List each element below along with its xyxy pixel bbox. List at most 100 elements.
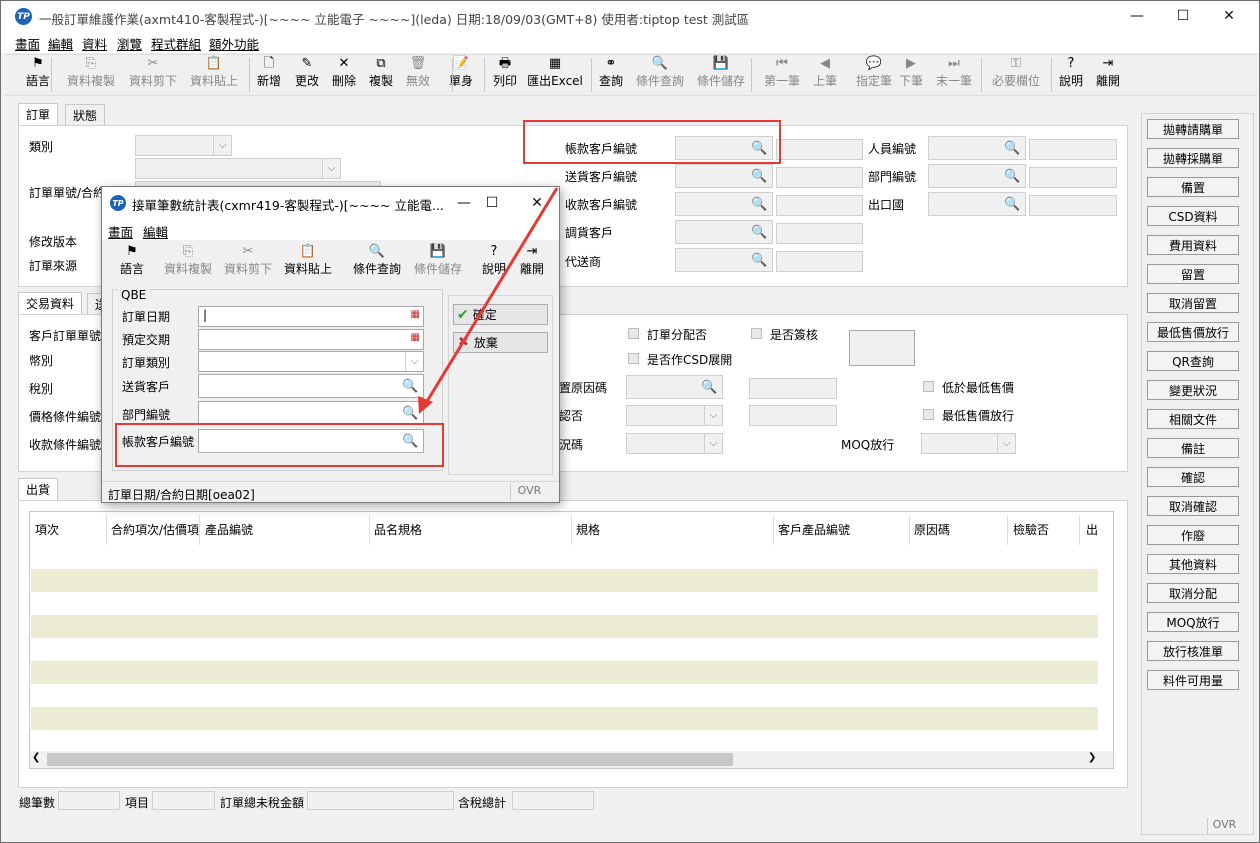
side-button-8[interactable]: 最低售價放行 [1147,322,1239,342]
side-button-1[interactable]: 拋轉請購單 [1147,119,1239,139]
toolbar-flag-button[interactable]: ⚑ 語言 [10,56,66,94]
side-button-18[interactable]: MOQ放行 [1147,612,1239,632]
side-button-4[interactable]: CSD資料 [1147,206,1239,226]
dialog-maximize-button[interactable]: ☐ [472,187,512,218]
toolbar-copy-button[interactable]: ⎘ 資料複製 [63,56,119,94]
qbe-ship-cust-input[interactable]: 🔍 [198,374,424,398]
toolbar-prev-button[interactable]: ◀ 上筆 [797,56,853,94]
below-min-checkbox[interactable] [923,381,934,392]
csd-checkbox[interactable] [628,353,639,364]
toolbar-scissors-button[interactable]: ✂ 資料剪下 [125,56,181,94]
dialog-toolbar-exit-button[interactable]: ⇥ 離開 [502,244,562,282]
side-button-20[interactable]: 料件可用量 [1147,670,1239,690]
alloc-checkbox[interactable] [628,328,639,339]
search-icon[interactable]: 🔍 [749,195,770,214]
pay-cust-field[interactable]: 🔍 [675,192,773,216]
close-button[interactable]: ✕ [1206,1,1252,31]
dialog-toolbar-copy-button[interactable]: ⎘ 資料複製 [158,244,218,282]
search-icon[interactable]: 🔍 [749,223,770,242]
search-icon[interactable]: 🔍 [1002,195,1023,214]
toolbar-exit-button[interactable]: ⇥ 離開 [1080,56,1136,94]
menu-extra[interactable]: 額外功能 [209,34,259,53]
cancel-button[interactable]: ✖ 放棄 [453,332,548,353]
calendar-icon[interactable]: ▦ [411,309,420,320]
side-button-5[interactable]: 費用資料 [1147,235,1239,255]
grid-header-inspect[interactable]: 檢驗否 [1013,521,1049,538]
toolbar-excel-button[interactable]: ▦ 匯出Excel [527,56,583,94]
dialog-toolbar-paste-button[interactable]: 📋 資料貼上 [278,244,338,282]
tab-shipping[interactable]: 出貨 [18,478,59,501]
agent-field[interactable]: 🔍 [675,248,773,272]
grid-header-name-spec[interactable]: 品名規格 [374,521,422,538]
search-icon[interactable]: 🔍 [699,378,720,397]
search-icon[interactable]: 🔍 [1002,167,1023,186]
grid-header-cust-product[interactable]: 客戶產品編號 [778,521,850,538]
search-icon[interactable]: 🔍 [749,251,770,270]
dialog-menu-screen[interactable]: 畫面 [108,222,133,241]
grid-row-stripe[interactable] [31,569,1098,592]
grid-row-stripe[interactable] [31,661,1098,684]
qbe-order-date-input[interactable]: | ▦ [198,306,424,327]
dialog-toolbar-save-query-button[interactable]: 💾 條件儲存 [408,244,468,282]
menu-screen[interactable]: 畫面 [15,34,40,53]
side-button-9[interactable]: QR查詢 [1147,351,1239,371]
moq-select[interactable]: ⌵ [921,433,1016,454]
side-button-14[interactable]: 取消確認 [1147,496,1239,516]
menu-program-group[interactable]: 程式群組 [151,34,201,53]
qbe-order-type-select[interactable]: ⌵ [198,351,424,372]
type-select[interactable]: ⌵ [135,135,232,156]
type-sub-select[interactable]: ⌵ [135,158,341,179]
reason-code-field[interactable]: 🔍 [626,375,723,399]
signed-checkbox[interactable] [751,328,762,339]
side-button-6[interactable]: 留置 [1147,264,1239,284]
toolbar-query-button[interactable]: 🔍 條件查詢 [632,56,688,94]
grid-row-stripe[interactable] [31,615,1098,638]
search-icon[interactable]: 🔍 [400,404,421,423]
grid-header-contract[interactable]: 合約項次/估價項 [111,521,199,538]
side-button-10[interactable]: 變更狀況 [1147,380,1239,400]
qbe-dept-input[interactable]: 🔍 [198,401,424,425]
dialog-menu-edit[interactable]: 編輯 [143,222,168,241]
ship-cust-field[interactable]: 🔍 [675,164,773,188]
detail-grid[interactable] [29,511,1114,769]
calendar-icon[interactable]: ▦ [411,332,420,343]
dept-field[interactable]: 🔍 [928,164,1026,188]
dialog-close-button[interactable]: ✕ [517,187,557,218]
grid-row-stripe[interactable] [31,707,1098,730]
grid-header-seq[interactable]: 項次 [35,521,59,538]
tab-order[interactable]: 訂單 [18,103,59,126]
confirm-select[interactable]: ⌵ [626,405,723,426]
side-button-3[interactable]: 備置 [1147,177,1239,197]
toolbar-save-query-button[interactable]: 💾 條件儲存 [693,56,749,94]
dialog-toolbar-flag-button[interactable]: ⚑ 語言 [102,244,162,282]
toolbar-key-button[interactable]: ⚿ 必要欄位 [988,56,1044,94]
side-button-11[interactable]: 相關文件 [1147,409,1239,429]
dialog-toolbar-query-button[interactable]: 🔍 條件查詢 [347,244,407,282]
side-button-12[interactable]: 備註 [1147,438,1239,458]
search-icon[interactable]: 🔍 [400,377,421,396]
grid-header-product[interactable]: 產品編號 [205,521,253,538]
dialog-toolbar-scissors-button[interactable]: ✂ 資料剪下 [218,244,278,282]
side-button-13[interactable]: 確認 [1147,467,1239,487]
tab-trade[interactable]: 交易資料 [18,292,83,315]
menu-edit[interactable]: 編輯 [48,34,73,53]
scroll-right-icon[interactable]: ❯ [1088,752,1096,763]
tab-status[interactable]: 狀態 [65,104,106,125]
toolbar-last-button[interactable]: ⏭ 末一筆 [926,56,982,94]
transfer-cust-field[interactable]: 🔍 [675,220,773,244]
side-button-15[interactable]: 作廢 [1147,525,1239,545]
grid-header-more[interactable]: 出 [1086,521,1098,538]
emp-field[interactable]: 🔍 [928,136,1026,160]
scrollbar-thumb[interactable] [47,753,733,766]
side-button-16[interactable]: 其他資料 [1147,554,1239,574]
search-icon[interactable]: 🔍 [1002,139,1023,158]
maximize-button[interactable]: ☐ [1160,1,1206,31]
status-code-select[interactable]: ⌵ [626,433,723,454]
minimize-button[interactable]: — [1114,1,1160,31]
search-icon[interactable]: 🔍 [749,167,770,186]
side-button-2[interactable]: 拋轉採購單 [1147,148,1239,168]
side-button-7[interactable]: 取消留置 [1147,293,1239,313]
side-button-17[interactable]: 取消分配 [1147,583,1239,603]
ok-button[interactable]: ✔ 確定 [453,304,548,325]
menu-browse[interactable]: 瀏覽 [117,34,142,53]
